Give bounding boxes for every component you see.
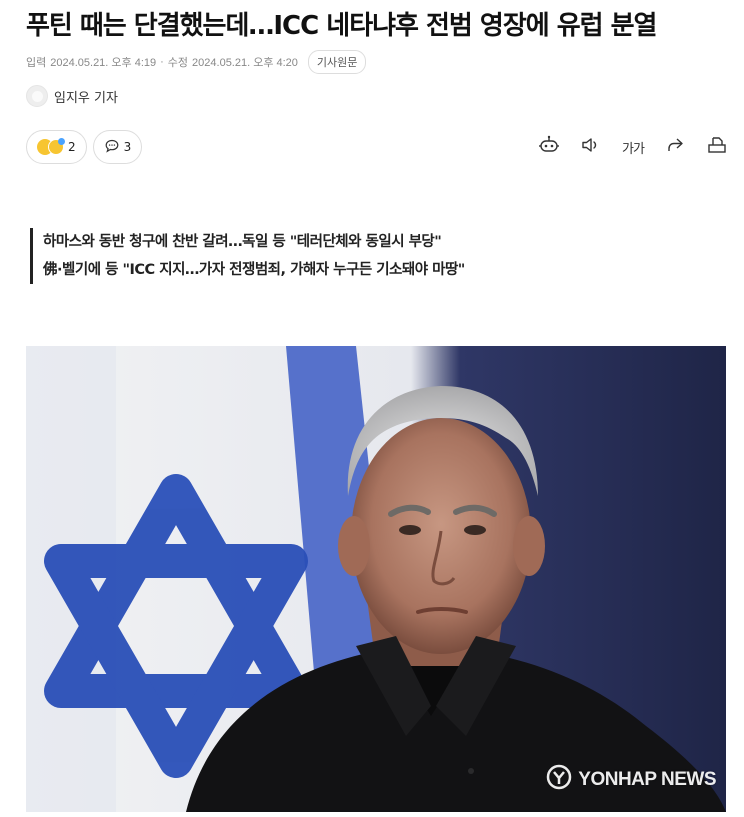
share-button[interactable] xyxy=(664,136,686,158)
modified-time: 2024.05.21. 오후 4:20 xyxy=(192,57,298,69)
speaker-icon xyxy=(581,136,601,158)
print-button[interactable] xyxy=(706,136,728,158)
photo-credit-text: YONHAP NEWS xyxy=(578,769,716,790)
reaction-emoji-icon xyxy=(37,138,65,155)
share-icon xyxy=(665,136,685,158)
comment-button[interactable]: 3 xyxy=(92,130,143,164)
read-aloud-button[interactable] xyxy=(580,136,602,158)
photo-credit: YONHAP NEWS xyxy=(546,764,716,796)
article-subheadline: 하마스와 동반 청구에 찬반 갈려…독일 등 "테러단체와 동일시 부당" 佛·… xyxy=(30,228,465,284)
input-label: 입력 xyxy=(26,57,47,69)
yonhap-logo-icon xyxy=(546,764,572,796)
article-meta: 입력 2024.05.21. 오후 4:19 · 수정 2024.05.21. … xyxy=(26,50,367,74)
reporter-avatar xyxy=(26,85,48,107)
font-size-icon: 가가 xyxy=(622,141,645,157)
input-time: 2024.05.21. 오후 4:19 xyxy=(50,57,157,69)
article-photo[interactable]: YONHAP NEWS xyxy=(26,346,726,812)
modified-label: 수정 xyxy=(167,57,189,69)
reporter-name: 임지우 기자 xyxy=(54,90,118,106)
comment-icon xyxy=(104,138,120,157)
photo-illustration xyxy=(26,346,726,812)
comment-count: 3 xyxy=(123,140,132,154)
headline: 푸틴 때는 단결했는데…ICC 네타냐후 전범 영장에 유럽 분열 xyxy=(26,11,657,41)
robot-icon xyxy=(538,135,560,159)
meta-separator: · xyxy=(160,56,164,68)
summary-bot-button[interactable] xyxy=(538,135,560,159)
original-article-button[interactable]: 기사원문 xyxy=(307,50,367,74)
reporter-byline[interactable]: 임지우 기자 xyxy=(26,84,118,108)
print-icon xyxy=(707,136,727,158)
reaction-bar: 2 3 xyxy=(26,130,143,164)
subheadline-line-2: 佛·벨기에 등 "ICC 지지…가자 전쟁범죄, 가해자 누구든 기소돼야 마땅… xyxy=(43,262,465,278)
reaction-button[interactable]: 2 xyxy=(26,130,87,164)
subheadline-line-1: 하마스와 동반 청구에 찬반 갈려…독일 등 "테러단체와 동일시 부당" xyxy=(43,234,442,250)
reaction-count: 2 xyxy=(68,140,76,154)
article-tools: 가가 xyxy=(538,135,728,159)
font-size-button[interactable]: 가가 xyxy=(622,136,645,158)
